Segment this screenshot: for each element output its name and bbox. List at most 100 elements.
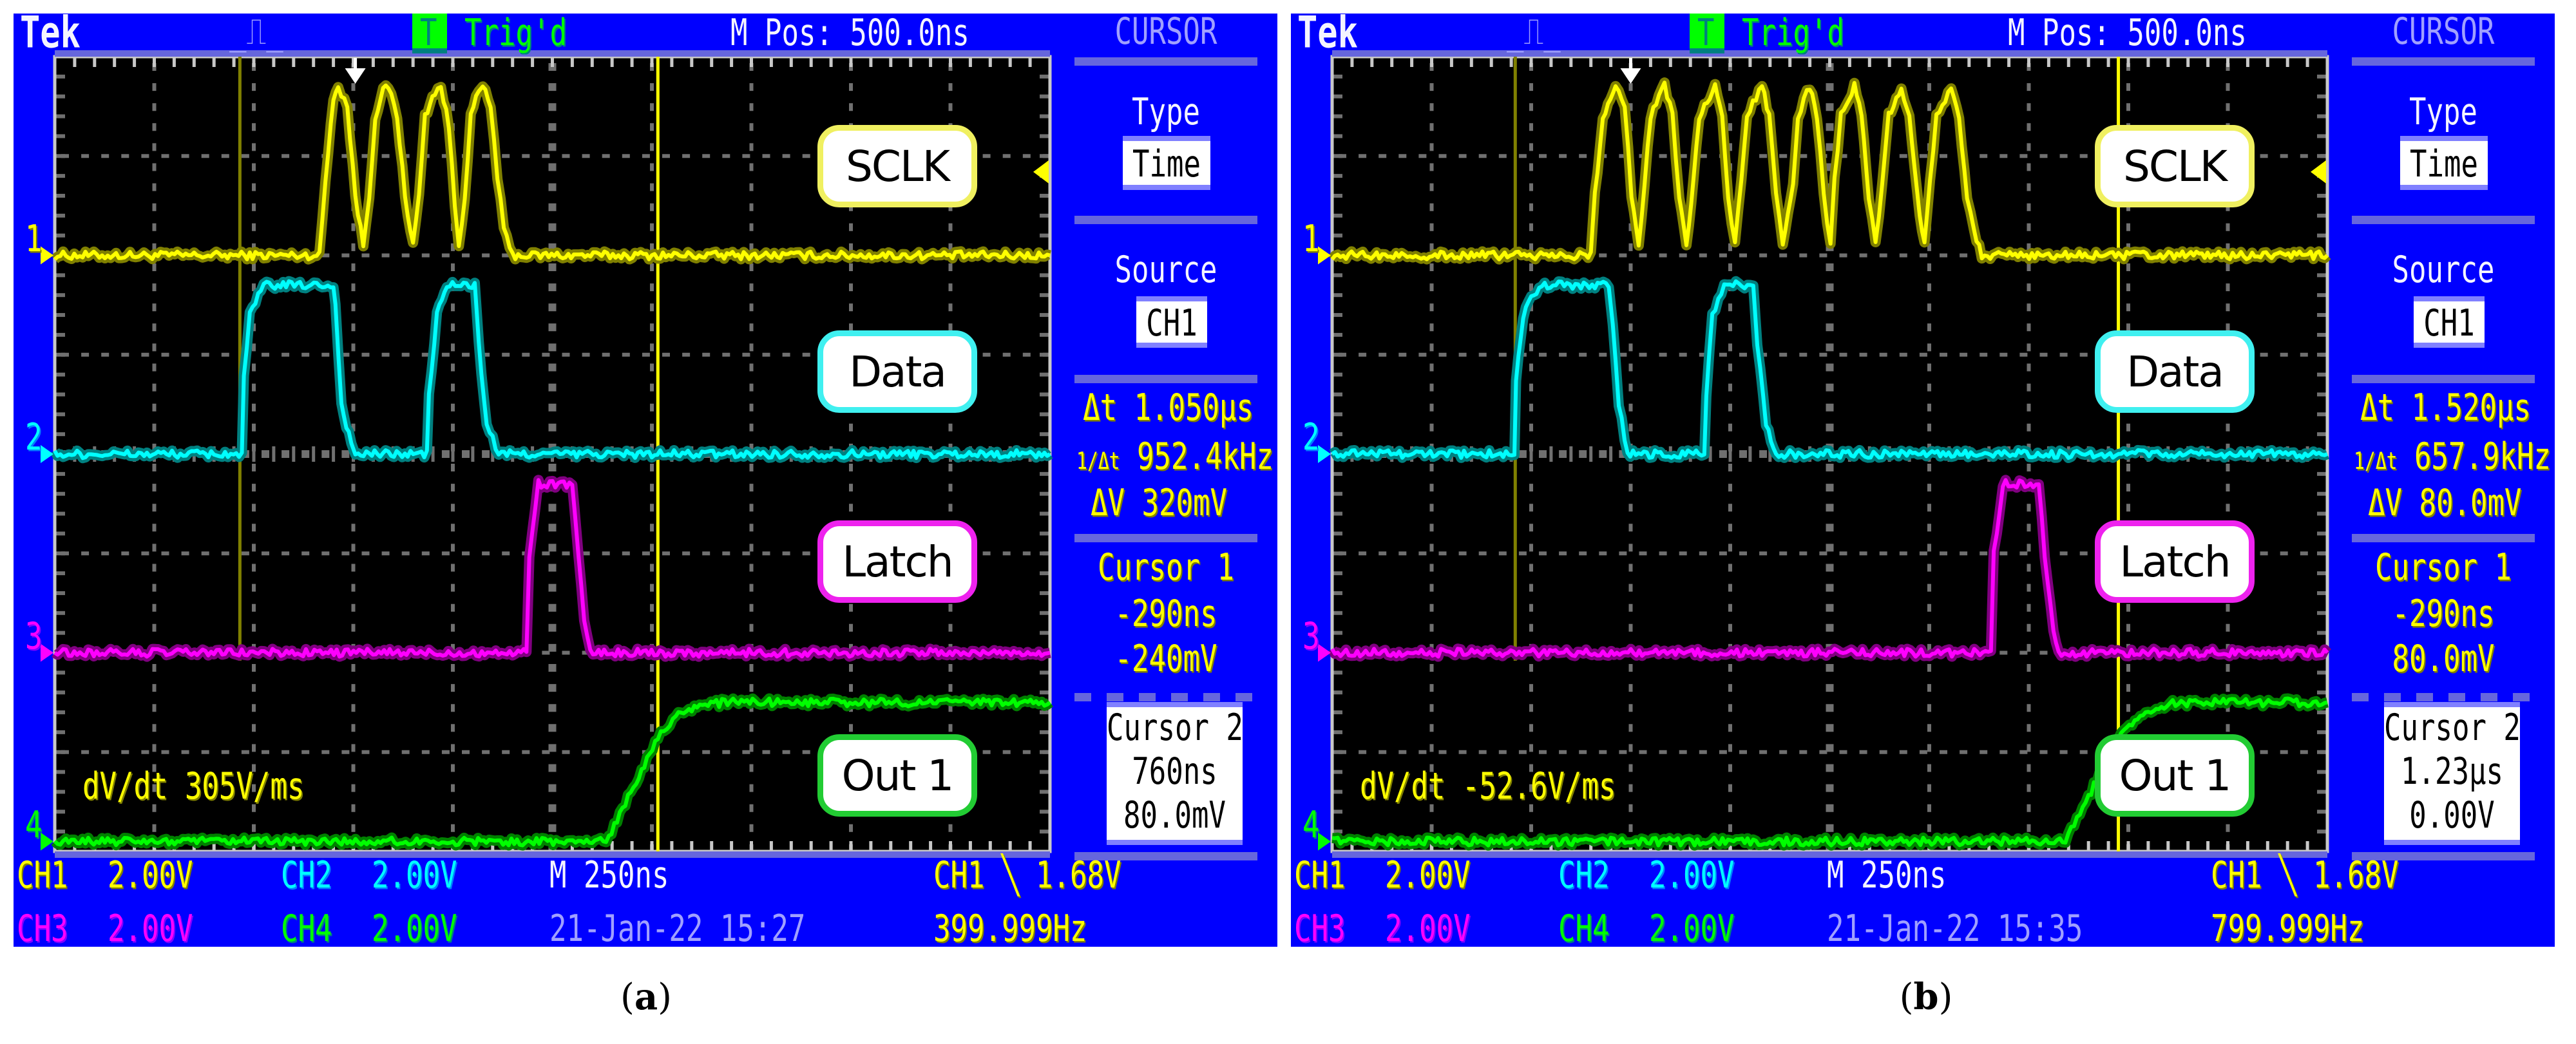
cursor2-time: 1.23µs	[2401, 750, 2503, 793]
ch4-scale[interactable]: 2.00V	[1649, 910, 1734, 947]
type-label[interactable]: Type	[2352, 93, 2535, 131]
ch2-ground-marker[interactable]: 2	[25, 419, 43, 456]
ch4-ground-marker[interactable]: 4	[1302, 806, 1320, 844]
channel-ground-arrow-icon	[41, 643, 53, 662]
cursor2-box[interactable]: Cursor 2 1.23µs 0.00V	[2384, 702, 2521, 845]
cursor2-box[interactable]: Cursor 2 760ns 80.0mV	[1107, 702, 1243, 845]
ch3-scale[interactable]: 2.00V	[1385, 910, 1470, 947]
trigger-waveform-icon: _⎍_	[1507, 14, 1561, 53]
ch1-ground-marker[interactable]: 1	[1302, 220, 1320, 258]
caption-open: (	[1899, 976, 1914, 1018]
ch4-label[interactable]: CH4	[281, 910, 332, 947]
falling-edge-icon: ╲	[2278, 853, 2296, 897]
menu-title[interactable]: CURSOR	[1074, 14, 1257, 50]
inverse-delta-t-value: 952.4kHz	[1136, 435, 1274, 479]
cursor2-time: 760ns	[1132, 750, 1217, 793]
label-sclk: SCLK	[817, 125, 977, 207]
ch4-ground-marker[interactable]: 4	[25, 806, 43, 844]
delta-t-symbol: Δt	[2360, 386, 2394, 430]
channel-ground-arrow-icon	[1318, 445, 1331, 463]
brand-logo: Tek	[20, 14, 81, 59]
menu-divider	[2352, 375, 2535, 383]
dvdt-readout: dV/dt -52.6V/ms	[1360, 764, 1616, 808]
caption-letter: b	[1913, 976, 1939, 1018]
timebase[interactable]: M 250ns	[549, 857, 669, 894]
trig-badge-label: T	[1697, 14, 1715, 55]
label-sclk: SCLK	[2095, 125, 2255, 207]
type-label[interactable]: Type	[1074, 93, 1257, 131]
cursor1-value: -240mV	[1114, 637, 1217, 681]
ch1-ground-marker[interactable]: 1	[25, 220, 43, 258]
trigger-level: 1.68V	[2313, 853, 2399, 897]
inverse-delta-t-readout: 1/Δt 952.4kHz	[1076, 438, 1274, 480]
trigger-source: CH1	[933, 853, 985, 897]
cursor1-label[interactable]: Cursor 1	[1074, 549, 1257, 586]
trigger-waveform-icon: _⎍_	[229, 14, 283, 53]
source-value-box[interactable]: CH1	[2414, 296, 2485, 348]
label-data: Data	[817, 330, 977, 413]
ch2-scale[interactable]: 2.00V	[1649, 857, 1734, 894]
source-label[interactable]: Source	[1074, 251, 1257, 289]
type-value-box[interactable]: Time	[2400, 136, 2488, 190]
inverse-delta-t-symbol: 1/Δt	[2354, 447, 2398, 475]
ch2-ground-marker[interactable]: 2	[1302, 419, 1320, 456]
delta-v-value: 320mV	[1141, 481, 1227, 525]
ch3-scale[interactable]: 2.00V	[108, 910, 193, 947]
delta-t-symbol: Δt	[1083, 386, 1117, 430]
ch2-label[interactable]: CH2	[1558, 857, 1609, 894]
channel-ground-arrow-icon	[1318, 246, 1331, 265]
ch3-label[interactable]: CH3	[17, 910, 68, 947]
ch1-scale[interactable]: 2.00V	[108, 857, 193, 894]
cursor1-time: -290ns	[2392, 592, 2495, 636]
delta-v-symbol: ΔV	[2368, 481, 2402, 525]
caption-close: )	[1938, 976, 1953, 1018]
delta-v-readout: ΔV 320mV	[1091, 481, 1227, 525]
menu-divider-dotted	[1074, 693, 1257, 701]
ch4-label[interactable]: CH4	[1558, 910, 1609, 947]
trigger-source: CH1	[2211, 853, 2262, 897]
date-time: 21-Jan-22 15:27	[549, 907, 806, 947]
trig-badge: T	[1690, 14, 1724, 53]
falling-edge-icon: ╲	[1001, 853, 1019, 897]
channel-ground-arrow-icon	[41, 832, 53, 851]
cursor2-label: Cursor 2	[1107, 706, 1243, 750]
ch1-label[interactable]: CH1	[1294, 857, 1345, 894]
label-latch: Latch	[2095, 520, 2255, 603]
ch4-scale[interactable]: 2.00V	[372, 910, 457, 947]
ch2-label[interactable]: CH2	[281, 857, 332, 894]
menu-divider	[2352, 57, 2535, 66]
label-out1: Out 1	[2095, 734, 2255, 817]
menu-divider	[1074, 375, 1257, 383]
delta-t-value: 1.050µs	[1134, 386, 1254, 430]
menu-divider-dotted	[2352, 693, 2535, 701]
ch3-ground-marker[interactable]: 3	[25, 618, 43, 655]
timebase[interactable]: M 250ns	[1827, 857, 1946, 894]
delta-t-readout: Δt 1.520µs	[2360, 389, 2531, 426]
inverse-delta-t-symbol: 1/Δt	[1076, 447, 1120, 475]
caption-b: (b)	[1900, 976, 1953, 1018]
channel-ground-arrow-icon	[1318, 643, 1331, 662]
source-value-box[interactable]: CH1	[1136, 296, 1207, 348]
caption-letter: a	[634, 976, 658, 1018]
trig-badge: T	[412, 14, 447, 53]
source-label[interactable]: Source	[2352, 251, 2535, 289]
ch3-ground-marker[interactable]: 3	[1302, 618, 1320, 655]
ch2-scale[interactable]: 2.00V	[372, 857, 457, 894]
oscilloscope-screen-a: Tek _⎍_ T Trig'd M Pos: 500.0ns CURSOR T…	[14, 14, 1277, 947]
cursor2-value: 0.00V	[2409, 793, 2495, 837]
trig-badge-label: T	[420, 14, 437, 55]
delta-v-readout: ΔV 80.0mV	[2368, 481, 2521, 525]
ch3-label[interactable]: CH3	[1294, 910, 1345, 947]
trigger-status: Trig'd	[1742, 14, 1844, 55]
channel-ground-arrow-icon	[41, 246, 53, 265]
type-value-box[interactable]: Time	[1123, 136, 1210, 190]
caption-a: (a)	[620, 976, 672, 1018]
menu-title[interactable]: CURSOR	[2352, 14, 2535, 50]
cursor1-label[interactable]: Cursor 1	[2352, 549, 2535, 586]
dvdt-readout: dV/dt 305V/ms	[82, 764, 305, 808]
inverse-delta-t-readout: 1/Δt 657.9kHz	[2354, 438, 2551, 480]
menu-divider	[2352, 216, 2535, 224]
ch1-label[interactable]: CH1	[17, 857, 68, 894]
ch1-scale[interactable]: 2.00V	[1385, 857, 1470, 894]
caption-open: (	[620, 976, 634, 1018]
